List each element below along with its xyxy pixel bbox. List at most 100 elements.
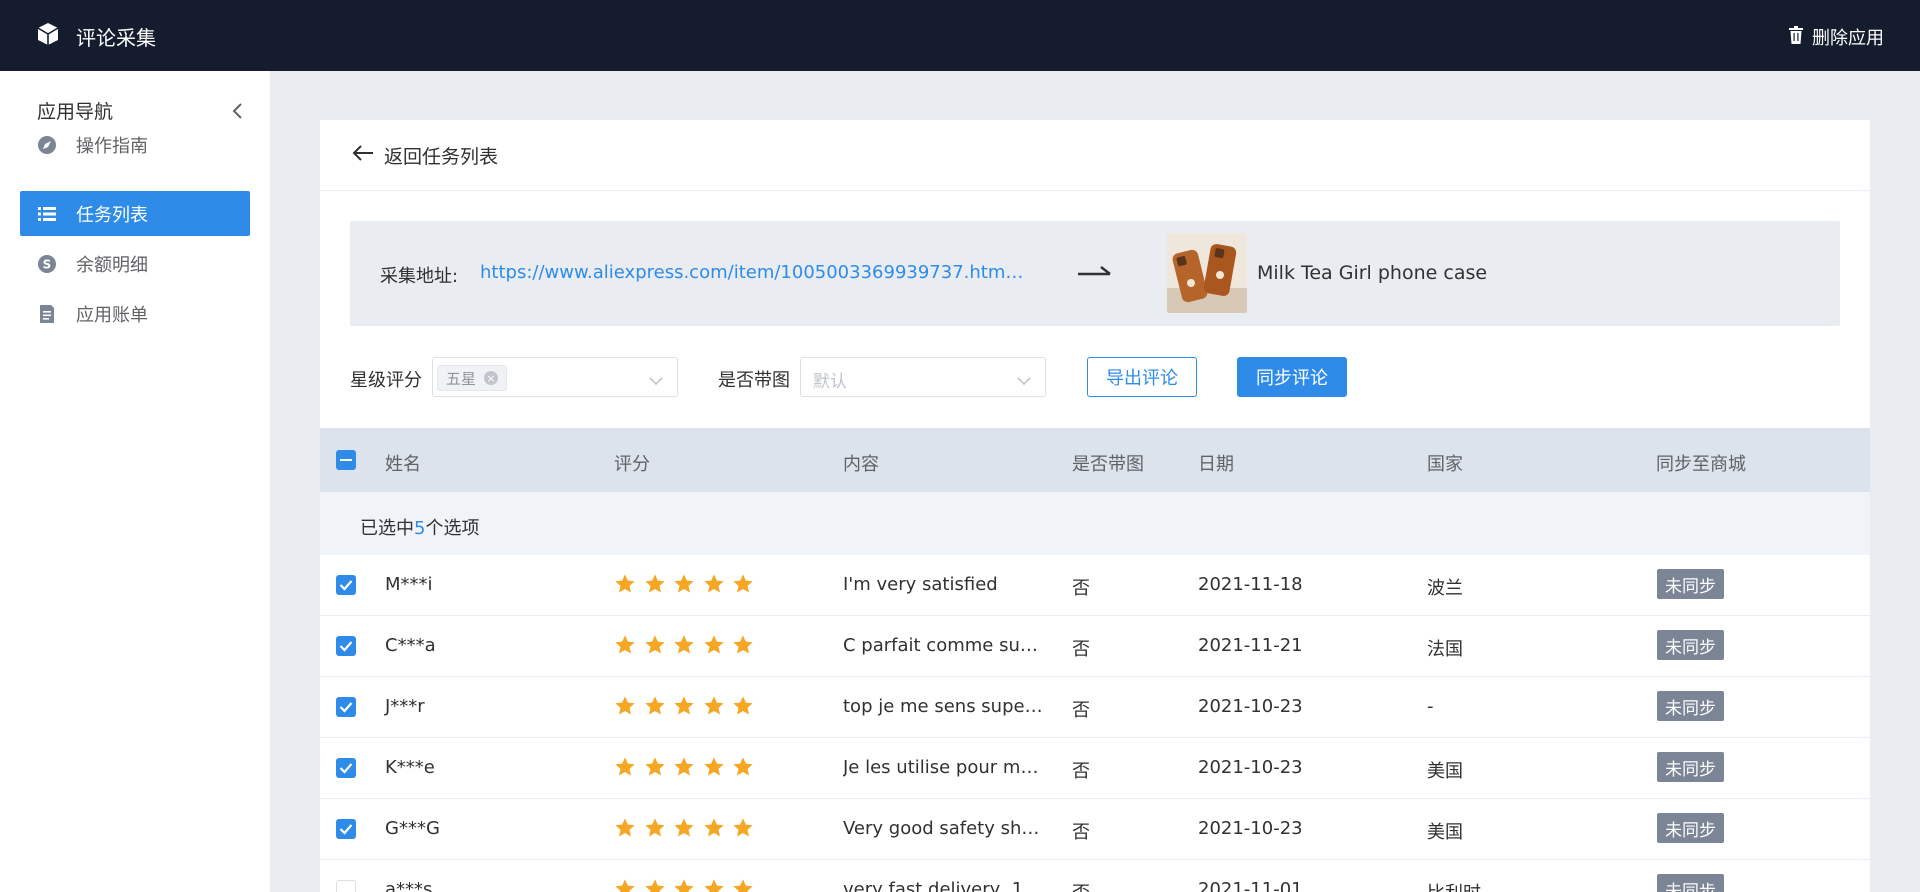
row-checkbox[interactable]	[336, 880, 356, 892]
star-icon	[644, 878, 674, 892]
table-row[interactable]: K***e Je les utilise pour mon travail 否 202…	[320, 738, 1870, 799]
star-icon	[644, 817, 674, 844]
star-icon	[614, 695, 644, 722]
source-url-link[interactable]: https://www.aliexpress.com/item/10050033…	[480, 262, 1025, 283]
star-icon	[732, 817, 762, 844]
row-checkbox[interactable]	[336, 697, 356, 717]
has-image-value: 否	[1072, 639, 1090, 660]
sidebar-item-label: 任务列表	[76, 204, 148, 226]
review-date: 2021-11-01	[1198, 879, 1303, 892]
review-country: 美国	[1427, 761, 1463, 782]
review-country: -	[1427, 696, 1434, 717]
star-icon	[673, 634, 703, 661]
review-content: I'm very satisfied	[843, 574, 998, 595]
sidebar-item-guide[interactable]: 操作指南	[20, 122, 250, 167]
reviewer-name: J***r	[385, 696, 425, 717]
product-name: Milk Tea Girl phone case	[1257, 262, 1488, 284]
reviewer-name: C***a	[385, 635, 436, 656]
sidebar-item-balance[interactable]: S 余额明细	[20, 241, 250, 286]
review-content: C parfait comme sur la photo	[843, 635, 1043, 656]
review-country: 波兰	[1427, 578, 1463, 599]
sidebar-item-bills[interactable]: 应用账单	[20, 291, 250, 336]
table-row[interactable]: G***G Very good safety shop recommend 否 202…	[320, 799, 1870, 860]
has-image-value: 否	[1072, 700, 1090, 721]
column-header[interactable]: 姓名	[385, 450, 421, 476]
image-select[interactable]: 默认	[800, 357, 1046, 397]
table-row[interactable]: C***a C parfait comme sur la photo 否 2021-1…	[320, 616, 1870, 677]
rating-stars	[614, 634, 762, 661]
star-icon	[732, 573, 762, 600]
review-country: 比利时	[1427, 879, 1481, 892]
has-image-value: 否	[1072, 879, 1090, 892]
star-icon	[673, 878, 703, 892]
reviewer-name: M***i	[385, 574, 433, 595]
star-icon	[732, 695, 762, 722]
column-header[interactable]: 国家	[1427, 450, 1463, 476]
rating-stars	[614, 878, 762, 892]
list-icon	[37, 204, 57, 224]
review-date: 2021-10-23	[1198, 818, 1303, 839]
back-to-task-list-link[interactable]: 返回任务列表	[352, 142, 498, 169]
star-icon	[614, 756, 644, 783]
column-header[interactable]: 同步至商城	[1656, 450, 1746, 476]
row-checkbox[interactable]	[336, 758, 356, 778]
star-icon	[644, 695, 674, 722]
sync-reviews-button[interactable]: 同步评论	[1237, 357, 1347, 397]
star-icon	[703, 756, 733, 783]
column-header[interactable]: 是否带图	[1072, 450, 1144, 476]
sidebar-item-label: 应用账单	[76, 304, 148, 326]
app-title: 评论采集	[76, 26, 156, 50]
star-icon	[732, 878, 762, 892]
selected-count: 5	[414, 518, 426, 539]
rating-tag: 五星 ×	[437, 365, 508, 391]
reviewer-name: a***s	[385, 879, 433, 892]
sync-status-badge: 未同步	[1657, 691, 1724, 721]
table-row[interactable]: J***r top je me sens super bien 否 2021-10-2…	[320, 677, 1870, 738]
review-content: Very good safety shop recommend	[843, 818, 1043, 839]
has-image-value: 否	[1072, 578, 1090, 599]
table-row[interactable]: M***i I'm very satisfied 否 2021-11-18 波兰 未同步	[320, 555, 1870, 616]
select-all-checkbox[interactable]	[336, 450, 356, 470]
row-checkbox[interactable]	[336, 575, 356, 595]
image-filter-label: 是否带图	[718, 370, 790, 391]
document-icon	[37, 304, 57, 324]
rating-filter-label: 星级评分	[350, 370, 422, 391]
sidebar-title: 应用导航	[37, 101, 114, 123]
cube-icon	[36, 22, 60, 51]
close-icon[interactable]: ×	[484, 371, 499, 385]
star-icon	[673, 817, 703, 844]
product-thumbnail	[1167, 233, 1247, 313]
row-checkbox[interactable]	[336, 636, 356, 656]
row-checkbox[interactable]	[336, 819, 356, 839]
review-content: very fast delivery, 1 week	[843, 879, 1043, 892]
sync-status-badge: 未同步	[1657, 874, 1724, 892]
table-row[interactable]: a***s very fast delivery, 1 week 否 2021-11-…	[320, 860, 1870, 892]
star-icon	[703, 634, 733, 661]
star-icon	[703, 817, 733, 844]
sync-status-badge: 未同步	[1657, 569, 1724, 599]
trash-icon	[1788, 25, 1812, 49]
column-header[interactable]: 日期	[1198, 450, 1234, 476]
review-date: 2021-11-18	[1198, 574, 1303, 595]
review-date: 2021-10-23	[1198, 757, 1303, 778]
delete-app-button[interactable]: 删除应用	[1788, 24, 1884, 50]
star-icon	[703, 573, 733, 600]
chevron-down-icon	[1017, 371, 1031, 386]
source-label: 采集地址:	[380, 266, 459, 287]
rating-stars	[614, 695, 762, 722]
export-reviews-button[interactable]: 导出评论	[1087, 357, 1197, 397]
rating-stars	[614, 573, 762, 600]
divider	[320, 190, 1870, 191]
star-icon	[614, 573, 644, 600]
selection-summary: 已选中5个选项	[320, 492, 1870, 555]
star-icon	[673, 695, 703, 722]
sidebar-item-tasks[interactable]: 任务列表	[20, 191, 250, 236]
column-header[interactable]: 评分	[614, 450, 650, 476]
back-label: 返回任务列表	[384, 146, 499, 168]
review-date: 2021-10-23	[1198, 696, 1303, 717]
chevron-down-icon	[649, 371, 663, 386]
collapse-chevron-icon[interactable]	[227, 99, 249, 123]
star-icon	[644, 756, 674, 783]
column-header[interactable]: 内容	[843, 450, 879, 476]
rating-select[interactable]: 五星 ×	[432, 357, 678, 397]
